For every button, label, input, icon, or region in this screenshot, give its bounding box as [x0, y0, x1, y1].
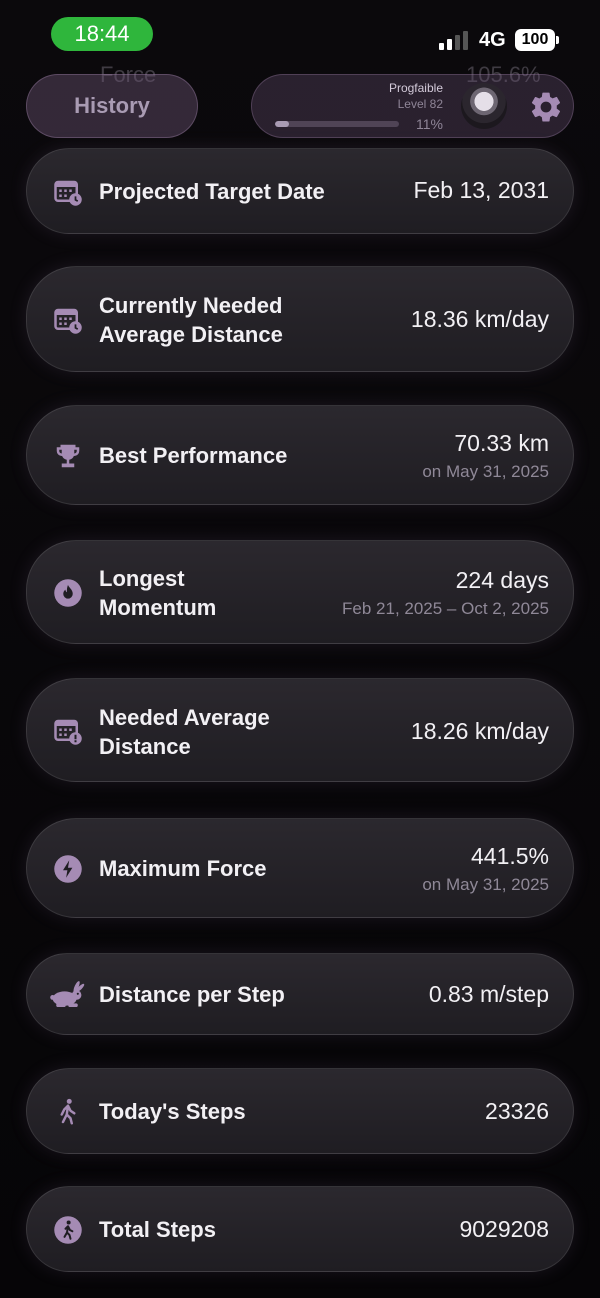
status-bar: 18:44 4G 100	[0, 0, 600, 70]
stat-card-maximum-force[interactable]: Maximum Force 441.5% on May 31, 2025	[26, 818, 574, 918]
calendar-clock-icon	[54, 180, 82, 206]
stat-label: Needed Average Distance	[99, 705, 270, 759]
cellular-signal-icon	[439, 30, 469, 50]
stat-card-distance-per-step[interactable]: Distance per Step 0.83 m/step	[26, 953, 574, 1035]
stat-value: 23326	[485, 1098, 549, 1124]
stat-label: Today's Steps	[99, 1099, 246, 1124]
stat-card-best-performance[interactable]: Best Performance 70.33 km on May 31, 202…	[26, 405, 574, 505]
walking-circle-icon	[54, 1216, 82, 1244]
battery-level: 100	[521, 31, 549, 48]
calendar-clock-icon	[54, 308, 82, 334]
stat-value: Feb 13, 2031	[413, 177, 549, 203]
rabbit-icon	[50, 981, 85, 1007]
profile-name: Progfaible	[388, 81, 443, 95]
stat-value: 18.26 km/day	[410, 718, 549, 744]
stat-label: Best Performance	[99, 443, 288, 468]
history-label: History	[74, 93, 150, 118]
xp-progress-bar	[275, 121, 399, 127]
stat-card-total-steps[interactable]: Total Steps 9029208	[26, 1186, 574, 1272]
stat-card-needed-average-distance[interactable]: Needed Average Distance 18.26 km/day	[26, 678, 574, 782]
clock-pill[interactable]: 18:44	[51, 17, 153, 51]
stat-card-longest-momentum[interactable]: Longest Momentum 224 days Feb 21, 2025 –…	[26, 540, 574, 644]
stat-label: Total Steps	[99, 1217, 216, 1242]
stat-label: Currently Needed Average Distance	[99, 293, 283, 347]
profile-level: Level 82	[397, 97, 443, 111]
stat-label: Projected Target Date	[99, 179, 325, 204]
bolt-icon	[54, 855, 82, 883]
calendar-alert-icon	[54, 719, 82, 745]
xp-percent: 11%	[416, 116, 443, 132]
stat-label: Longest Momentum	[99, 566, 217, 620]
stat-card-todays-steps[interactable]: Today's Steps 23326	[26, 1068, 574, 1154]
stat-sub-date-range: Feb 21, 2025 – Oct 2, 2025	[342, 599, 549, 618]
stat-value: 70.33 km	[454, 430, 549, 456]
stat-value: 441.5%	[470, 843, 549, 869]
stat-card-currently-needed-average-distance[interactable]: Currently Needed Average Distance 18.36 …	[26, 266, 574, 372]
network-type: 4G	[479, 29, 506, 51]
stat-value: 0.83 m/step	[428, 981, 549, 1007]
walking-person-icon	[60, 1098, 76, 1125]
stat-sub-date: on May 31, 2025	[422, 462, 549, 481]
stat-value: 9029208	[459, 1216, 549, 1242]
profile-card[interactable]: Progfaible Level 82 11%	[251, 74, 574, 138]
stat-sub-date: on May 31, 2025	[422, 875, 549, 894]
stat-value: 18.36 km/day	[410, 306, 549, 332]
stat-label: Distance per Step	[99, 982, 285, 1007]
stat-card-projected-target-date[interactable]: Projected Target Date Feb 13, 2031	[26, 148, 574, 234]
stat-label: Maximum Force	[99, 856, 267, 881]
stat-value: 224 days	[455, 567, 549, 593]
gear-icon[interactable]	[528, 89, 564, 125]
flame-icon	[54, 579, 82, 607]
battery-icon: 100	[515, 29, 559, 51]
trophy-icon	[56, 444, 80, 468]
history-button[interactable]: History	[26, 74, 198, 138]
clock-time: 18:44	[74, 21, 130, 46]
avatar[interactable]	[461, 83, 507, 129]
xp-progress-fill	[275, 121, 289, 127]
